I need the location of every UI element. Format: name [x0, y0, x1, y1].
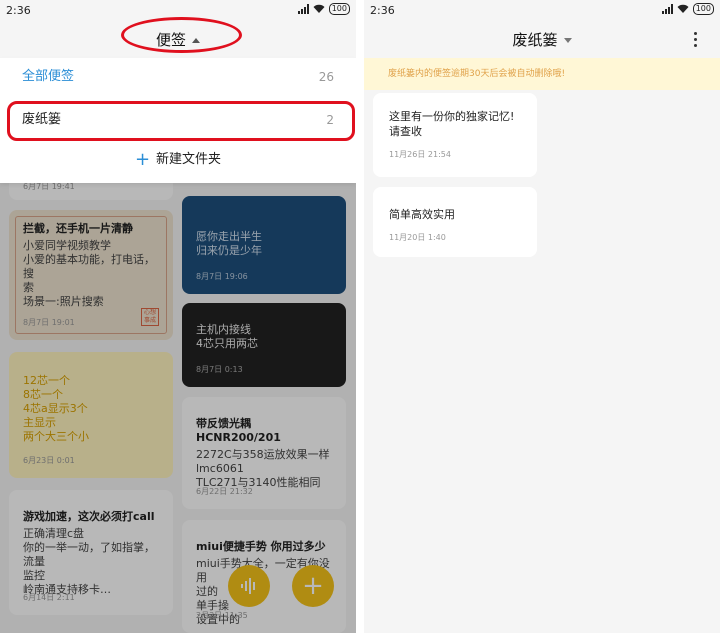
plus-icon: +	[134, 149, 151, 170]
screen-divider	[356, 0, 364, 633]
battery-icon: 100	[692, 3, 714, 15]
wifi-icon	[677, 4, 689, 13]
status-icons: 100	[661, 3, 714, 15]
page-title: 废纸篓	[512, 31, 558, 49]
trash-note-card[interactable]: 简单高效实用 11月20日 1:40	[373, 187, 537, 257]
new-folder-button[interactable]: + 新建文件夹	[0, 148, 356, 170]
trash-notice-banner: 废纸篓内的便签逾期30天后会被自动删除哦!	[364, 58, 720, 90]
note-text: 简单高效实用	[389, 208, 455, 221]
signal-icon	[297, 4, 309, 14]
highlight-rect-trash	[7, 101, 355, 141]
signal-icon	[661, 4, 673, 14]
highlight-ring-title	[121, 17, 242, 53]
folder-label: 全部便签	[22, 69, 75, 84]
status-time: 2:36	[370, 4, 395, 17]
note-text: 这里有一份你的独家记忆!请查收	[389, 110, 515, 138]
wifi-icon	[313, 4, 325, 13]
note-date: 11月20日 1:40	[389, 233, 446, 242]
caret-down-icon	[563, 38, 572, 43]
status-icons: 100	[297, 3, 350, 15]
folder-item-all[interactable]: 全部便签 26	[0, 58, 356, 96]
folder-selector[interactable]: 废纸篓	[364, 22, 720, 58]
folder-count: 26	[318, 70, 334, 84]
battery-icon: 100	[328, 3, 350, 15]
status-time: 2:36	[6, 4, 31, 17]
trash-note-card[interactable]: 这里有一份你的独家记忆!请查收 11月26日 21:54	[373, 93, 537, 177]
trash-screen-right: 2:36 100 废纸篓 废纸篓内的便签逾期30天后会被自动删除哦! 这里有一份…	[364, 0, 720, 633]
note-date: 11月26日 21:54	[389, 150, 451, 159]
status-bar: 2:36 100	[364, 0, 720, 22]
more-menu-icon[interactable]	[694, 32, 698, 48]
notes-screen-left: 2:36 100 便签 6月7日 19:41 拦截，还手机一片清静 小爱同学视频…	[0, 0, 356, 633]
new-folder-label: 新建文件夹	[156, 152, 222, 167]
